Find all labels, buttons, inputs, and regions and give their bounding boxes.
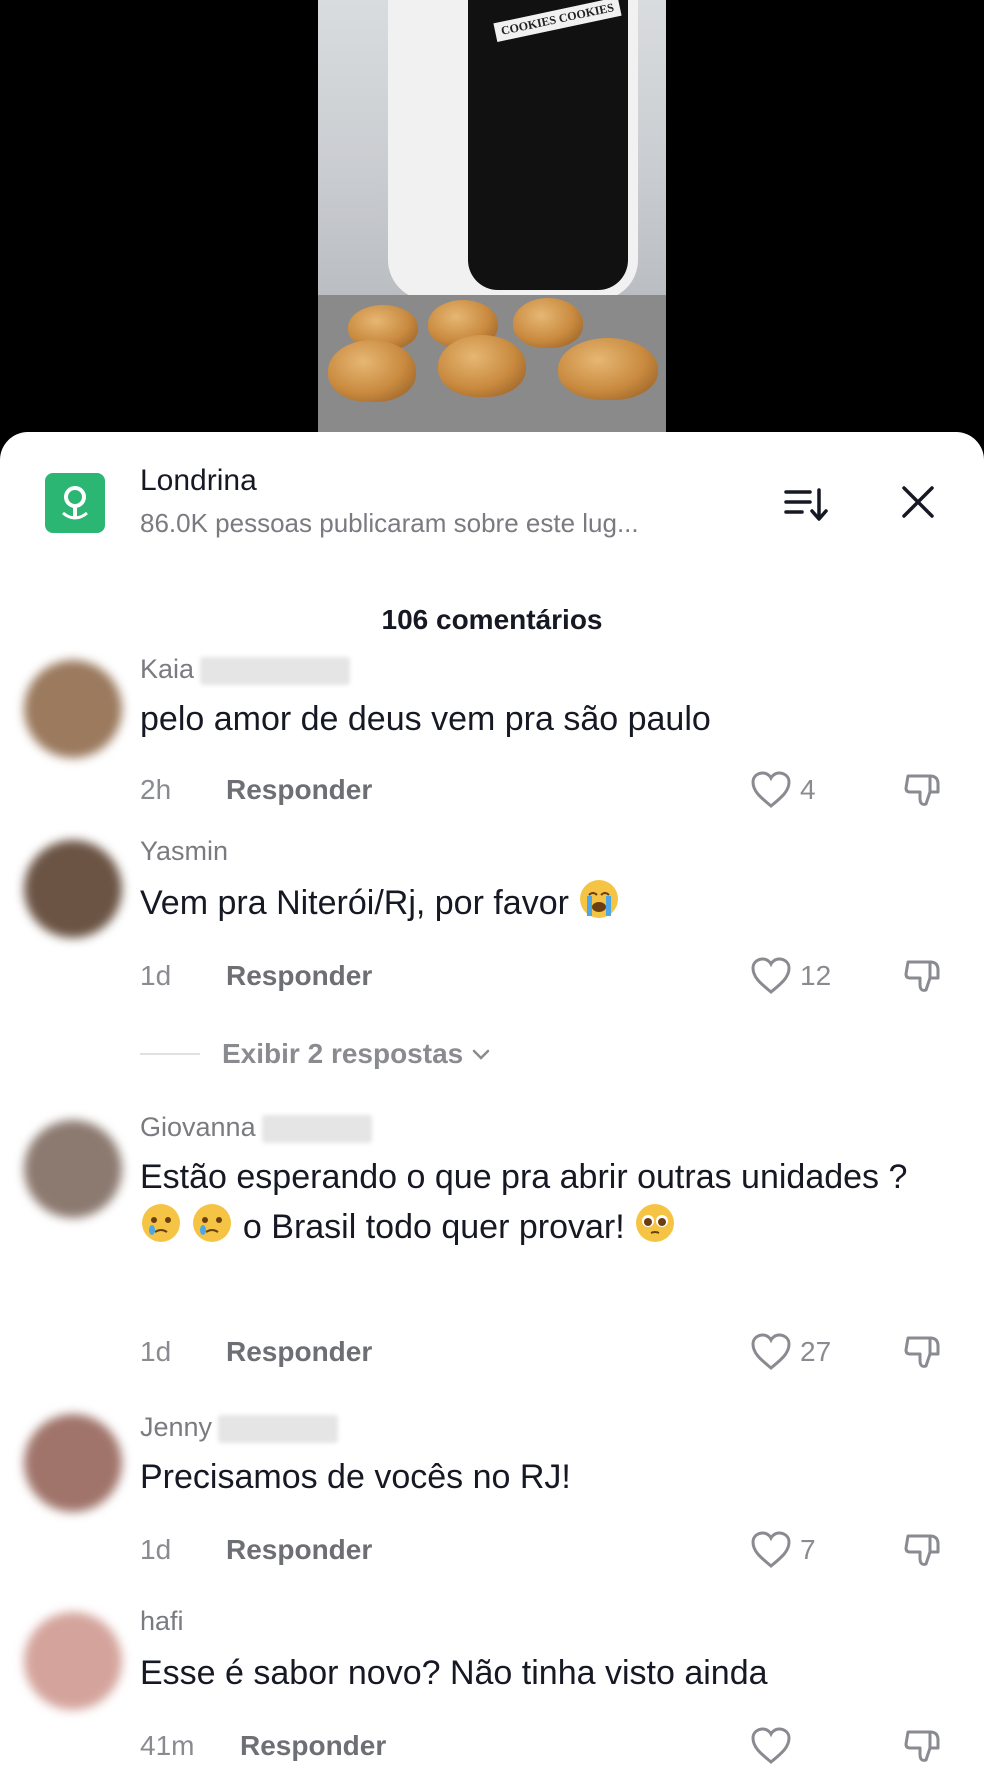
pleading-face-icon xyxy=(636,1204,675,1242)
comment-meta: 1d Responder xyxy=(140,1336,372,1368)
video-cookie xyxy=(558,338,658,400)
comment-meta: 1d Responder xyxy=(140,960,372,992)
face-holding-back-tears-icon xyxy=(142,1204,180,1242)
heart-icon xyxy=(751,1531,791,1568)
comment-time: 2h xyxy=(140,774,172,805)
video-cookie xyxy=(328,340,416,402)
video-cookie xyxy=(513,298,583,348)
comments-count: 106 comentários xyxy=(381,604,603,635)
like-button[interactable] xyxy=(750,1724,800,1768)
like-button[interactable]: 27 xyxy=(750,1330,831,1374)
video-cookie xyxy=(438,335,526,397)
comment-time: 41m xyxy=(140,1730,195,1761)
comment-username[interactable]: Jenny xyxy=(140,1412,339,1443)
reply-button[interactable]: Responder xyxy=(226,1534,372,1565)
comment-username[interactable]: Kaia xyxy=(140,654,351,685)
map-pin-icon xyxy=(45,473,105,533)
like-count: 7 xyxy=(800,1534,816,1565)
video-apron xyxy=(468,0,628,290)
reply-button[interactable]: Responder xyxy=(240,1730,386,1761)
comment-username[interactable]: hafi xyxy=(140,1606,184,1637)
sort-icon[interactable] xyxy=(782,482,828,526)
like-count: 27 xyxy=(800,1336,832,1367)
face-holding-back-tears-icon xyxy=(193,1204,232,1242)
comment-time: 1d xyxy=(140,1534,172,1565)
thumbs-down-icon[interactable] xyxy=(900,1528,946,1574)
heart-icon xyxy=(751,1333,791,1370)
video-frame[interactable]: COOKIES COOKIES xyxy=(318,0,666,436)
avatar[interactable] xyxy=(24,1414,122,1512)
like-count: 12 xyxy=(800,960,832,991)
avatar[interactable] xyxy=(24,1612,122,1710)
comment-text: Estão esperando o que pra abrir outras u… xyxy=(140,1158,908,1246)
loudly-crying-face-icon xyxy=(580,880,619,918)
comment-username[interactable]: Yasmin xyxy=(140,836,228,867)
heart-icon xyxy=(751,771,791,808)
avatar[interactable] xyxy=(24,660,122,758)
place-header[interactable]: Londrina 86.0K pessoas publicaram sobre … xyxy=(0,432,984,552)
comment-meta: 41m Responder xyxy=(140,1730,386,1762)
like-button[interactable]: 4 xyxy=(750,768,816,812)
comment-meta: 2h Responder xyxy=(140,774,372,806)
reply-button[interactable]: Responder xyxy=(226,1336,372,1367)
like-count: 4 xyxy=(800,774,816,805)
comments-sheet: Londrina 86.0K pessoas publicaram sobre … xyxy=(0,432,984,1788)
show-replies-label: Exibir 2 respostas xyxy=(222,1038,464,1069)
close-icon[interactable] xyxy=(898,482,938,522)
comment-text: pelo amor de deus vem pra são paulo xyxy=(140,700,711,738)
chevron-down-icon xyxy=(472,1049,490,1060)
place-title: Londrina xyxy=(140,464,257,497)
show-replies-button[interactable]: Exibir 2 respostas xyxy=(140,1038,493,1070)
like-button[interactable]: 12 xyxy=(750,954,831,998)
comment-time: 1d xyxy=(140,960,172,991)
thumbs-down-icon[interactable] xyxy=(900,768,946,814)
reply-button[interactable]: Responder xyxy=(226,774,372,805)
thumbs-down-icon[interactable] xyxy=(900,954,946,1000)
place-subtitle: 86.0K pessoas publicaram sobre este lug.… xyxy=(140,508,639,538)
comment-text: Vem pra Niterói/Rj, por favor xyxy=(140,878,940,928)
thumbs-down-icon[interactable] xyxy=(900,1330,946,1376)
like-button[interactable]: 7 xyxy=(750,1528,816,1572)
heart-icon xyxy=(751,1727,791,1764)
comment-time: 1d xyxy=(140,1336,172,1367)
comment-username[interactable]: Giovanna xyxy=(140,1112,372,1143)
reply-button[interactable]: Responder xyxy=(226,960,372,991)
replies-divider xyxy=(140,1053,200,1055)
avatar[interactable] xyxy=(24,1120,122,1218)
comment-text: Esse é sabor novo? Não tinha visto ainda xyxy=(140,1654,768,1692)
avatar[interactable] xyxy=(24,840,122,938)
heart-icon xyxy=(751,957,791,994)
comment-text: Precisamos de vocês no RJ! xyxy=(140,1458,571,1496)
thumbs-down-icon[interactable] xyxy=(900,1724,946,1770)
comment-meta: 1d Responder xyxy=(140,1534,372,1566)
